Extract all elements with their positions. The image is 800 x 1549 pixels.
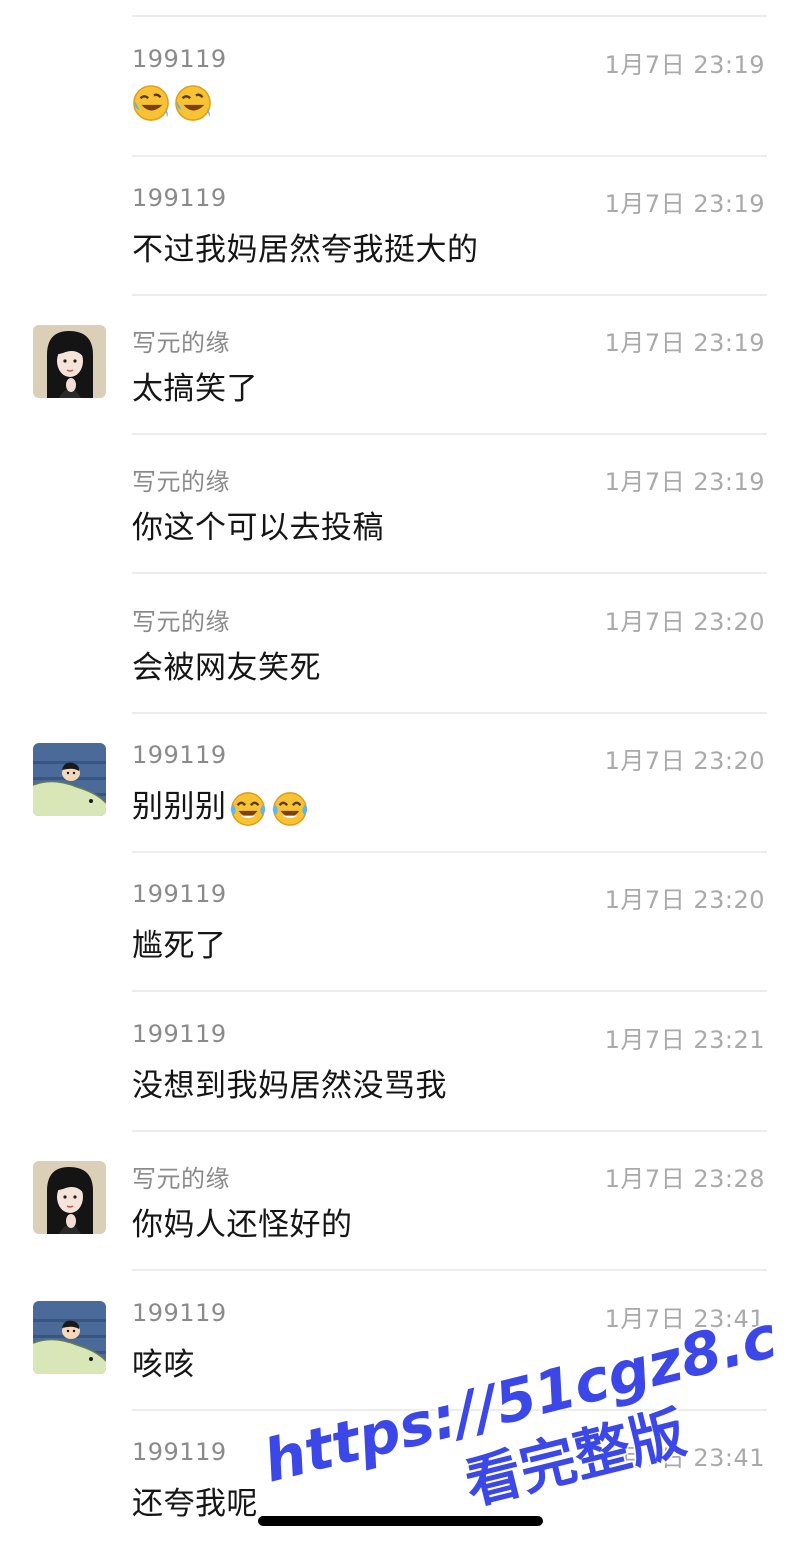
message-time: 1月7日 23:28 xyxy=(604,1165,765,1193)
message-text: 会被网友笑死 xyxy=(132,650,321,686)
message-text: 尴死了 xyxy=(132,928,227,964)
message-time: 1月7日 23:19 xyxy=(604,51,765,79)
chat-message[interactable]: 写元的缘 1月7日 23:20 会被网友笑死 xyxy=(0,574,800,714)
sender-name: 199119 xyxy=(132,184,227,212)
chat-message[interactable]: 写元的缘 1月7日 23:19 你这个可以去投稿 xyxy=(0,434,800,574)
message-text: 还夸我呢 xyxy=(132,1486,258,1522)
chat-message[interactable]: 199119 1月7日 23:41 还夸我呢 xyxy=(0,1410,800,1549)
message-time: 1月7日 23:20 xyxy=(604,608,765,636)
sender-name: 写元的缘 xyxy=(132,1165,230,1193)
sender-name: 199119 xyxy=(132,45,227,73)
chat-message[interactable]: 199119 1月7日 23:41 咳咳 xyxy=(0,1271,800,1411)
message-text: 别别别 xyxy=(132,781,309,828)
tears-of-joy-emoji-icon xyxy=(272,791,307,826)
message-time: 1月7日 23:21 xyxy=(604,1026,765,1054)
chat-message[interactable]: 写元的缘 1月7日 23:19 太搞笑了 xyxy=(0,295,800,435)
girl-avatar[interactable] xyxy=(33,325,106,398)
message-time: 1月7日 23:41 xyxy=(604,1444,765,1472)
chat-message[interactable]: 199119 1月7日 23:20 尴死了 xyxy=(0,852,800,992)
message-time: 1月7日 23:20 xyxy=(604,747,765,775)
message-text xyxy=(132,83,212,122)
message-time: 1月7日 23:19 xyxy=(604,329,765,357)
sender-name: 199119 xyxy=(132,1438,227,1466)
chat-message[interactable]: 199119 1月7日 23:19 不过我妈居然夸我挺大的 xyxy=(0,156,800,296)
chat-message[interactable]: 199119 1月7日 23:21 没想到我妈居然没骂我 xyxy=(0,992,800,1132)
sender-name: 199119 xyxy=(132,1299,227,1327)
sender-name: 199119 xyxy=(132,1020,227,1048)
sender-name: 199119 xyxy=(132,741,227,769)
message-text: 咳咳 xyxy=(132,1347,195,1383)
laugh-cry-rolling-emoji-icon xyxy=(175,84,211,121)
laugh-cry-rolling-emoji-icon xyxy=(133,84,169,121)
sender-name: 写元的缘 xyxy=(132,329,230,357)
message-text: 不过我妈居然夸我挺大的 xyxy=(132,232,479,268)
sender-name: 199119 xyxy=(132,880,227,908)
message-text: 太搞笑了 xyxy=(132,371,258,407)
chat-message[interactable]: 写元的缘 1月7日 23:28 你妈人还怪好的 xyxy=(0,1131,800,1271)
message-time: 1月7日 23:41 xyxy=(604,1305,765,1333)
message-text: 你妈人还怪好的 xyxy=(132,1207,353,1243)
cartoon-avatar[interactable] xyxy=(33,1301,106,1374)
message-time: 1月7日 23:20 xyxy=(604,886,765,914)
sender-name: 写元的缘 xyxy=(132,468,230,496)
message-time: 1月7日 23:19 xyxy=(604,190,765,218)
home-indicator[interactable] xyxy=(258,1516,543,1526)
chat-message[interactable]: 199119 1月7日 23:20 别别别 xyxy=(0,713,800,853)
message-text: 你这个可以去投稿 xyxy=(132,510,384,546)
sender-name: 写元的缘 xyxy=(132,608,230,636)
girl-avatar[interactable] xyxy=(33,1161,106,1234)
tears-of-joy-emoji-icon xyxy=(230,791,265,826)
chat-message[interactable]: 199119 1月7日 23:19 xyxy=(0,17,800,157)
message-text: 没想到我妈居然没骂我 xyxy=(132,1068,447,1104)
message-time: 1月7日 23:19 xyxy=(604,468,765,496)
cartoon-avatar[interactable] xyxy=(33,743,106,816)
